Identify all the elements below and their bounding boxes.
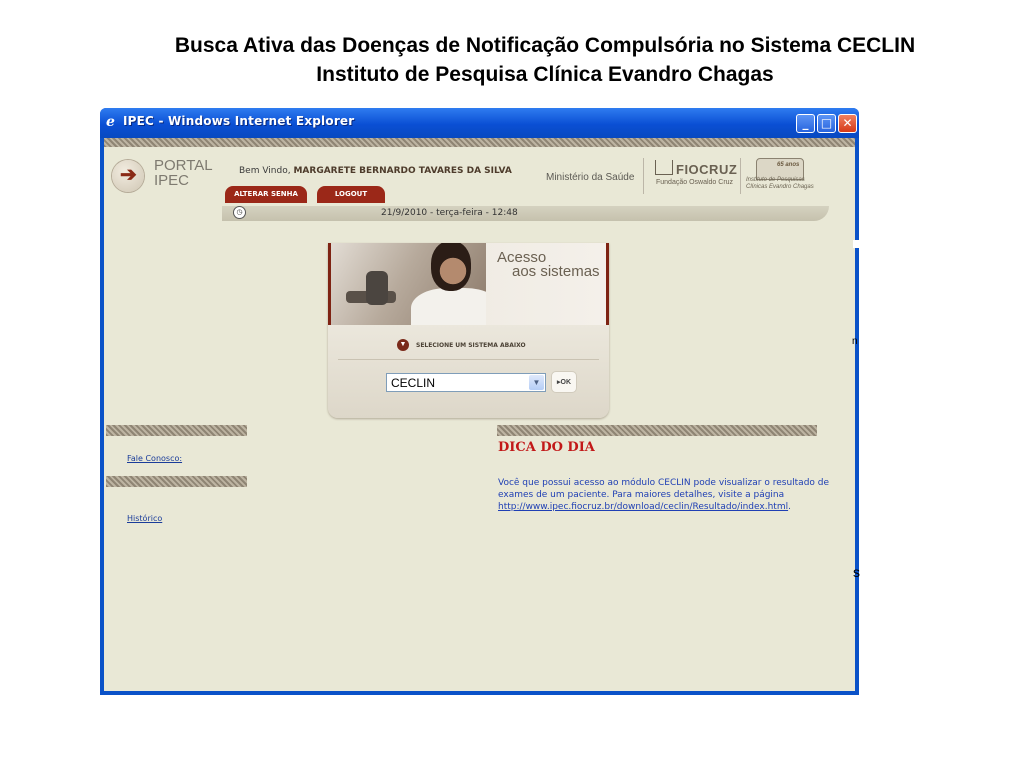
slide-title-line1: Busca Ativa das Doenças de Notificação C… xyxy=(174,34,916,57)
date-bar xyxy=(222,206,829,221)
select-instruction: SELECIONE UM SISTEMA ABAIXO xyxy=(416,342,526,349)
background-window-fragment xyxy=(853,240,859,248)
system-selector-area: ▼ SELECIONE UM SISTEMA ABAIXO CECLIN ▼ ▸… xyxy=(328,325,609,418)
divider xyxy=(338,359,599,360)
access-systems-panel: Acesso aos sistemas ▼ SELECIONE UM SISTE… xyxy=(328,243,609,418)
sidebar-divider xyxy=(106,476,247,487)
internet-explorer-icon: e xyxy=(106,114,115,130)
ipec-badge: 65 anos xyxy=(777,162,800,168)
access-banner: Acesso aos sistemas xyxy=(328,243,609,325)
clock-icon: ◷ xyxy=(233,206,246,219)
browser-window: e IPEC - Windows Internet Explorer _ □ ✕… xyxy=(100,108,859,695)
portal-name-line1: PORTAL xyxy=(154,157,213,174)
selected-system: CECLIN xyxy=(391,376,436,390)
background-text-fragment: n xyxy=(852,336,858,347)
current-datetime: 21/9/2010 - terça-feira - 12:48 xyxy=(381,208,518,218)
welcome-message: Bem Vindo, MARGARETE BERNARDO TAVARES DA… xyxy=(239,166,512,176)
ipec-subtitle: Instituto de Pesquisas Clínicas Evandro … xyxy=(746,177,814,190)
dica-suffix: . xyxy=(788,502,791,512)
change-password-tab[interactable]: ALTERAR SENHA xyxy=(225,186,307,203)
close-button[interactable]: ✕ xyxy=(838,114,857,133)
history-link[interactable]: Histórico xyxy=(127,514,162,523)
system-select[interactable]: CECLIN ▼ xyxy=(386,373,546,392)
minimize-button[interactable]: _ xyxy=(796,114,815,133)
logo-divider xyxy=(740,158,741,194)
background-text-fragment: s xyxy=(853,564,860,580)
contact-link[interactable]: Fale Conosco: xyxy=(127,454,182,463)
slide-title: Busca Ativa das Doenças de Notificação C… xyxy=(0,31,1024,89)
header-divider xyxy=(104,138,855,147)
fiocruz-logo: FIOCRUZ xyxy=(676,162,738,177)
ok-button[interactable]: ▸OK xyxy=(551,371,577,393)
title-bar[interactable]: e IPEC - Windows Internet Explorer _ □ ✕ xyxy=(100,108,859,138)
ceclin-results-link[interactable]: http://www.ipec.fiocruz.br/download/cecl… xyxy=(498,502,788,512)
logo-divider xyxy=(643,158,644,194)
access-heading-line2: aos sistemas xyxy=(512,263,600,280)
fiocruz-logo-icon xyxy=(655,160,673,175)
chevron-down-icon[interactable]: ▼ xyxy=(529,375,544,390)
dica-body: Você que possui acesso ao módulo CECLIN … xyxy=(498,478,830,500)
portal-logo[interactable]: PORTAL IPEC xyxy=(154,158,213,188)
portal-name-line2: IPEC xyxy=(154,172,190,189)
welcome-prefix: Bem Vindo, xyxy=(239,166,291,176)
dica-text: Você que possui acesso ao módulo CECLIN … xyxy=(498,477,848,513)
logout-tab[interactable]: LOGOUT xyxy=(317,186,385,203)
dica-divider xyxy=(497,425,817,436)
ministerio-label: Ministério da Saúde xyxy=(546,172,635,183)
fiocruz-subtitle: Fundação Oswaldo Cruz xyxy=(656,179,734,186)
sidebar-divider xyxy=(106,425,247,436)
slide-title-line2: Instituto de Pesquisa Clínica Evandro Ch… xyxy=(316,63,774,86)
user-name: MARGARETE BERNARDO TAVARES DA SILVA xyxy=(293,166,512,176)
maximize-button[interactable]: □ xyxy=(817,114,836,133)
chevron-down-circle-icon: ▼ xyxy=(397,339,409,351)
page-content: ➔ PORTAL IPEC Bem Vindo, MARGARETE BERNA… xyxy=(104,138,855,691)
lab-researcher-photo xyxy=(331,243,486,325)
window-title: IPEC - Windows Internet Explorer xyxy=(123,114,355,128)
dica-title: DICA DO DIA xyxy=(498,440,595,455)
portal-arrow-icon: ➔ xyxy=(112,160,144,192)
